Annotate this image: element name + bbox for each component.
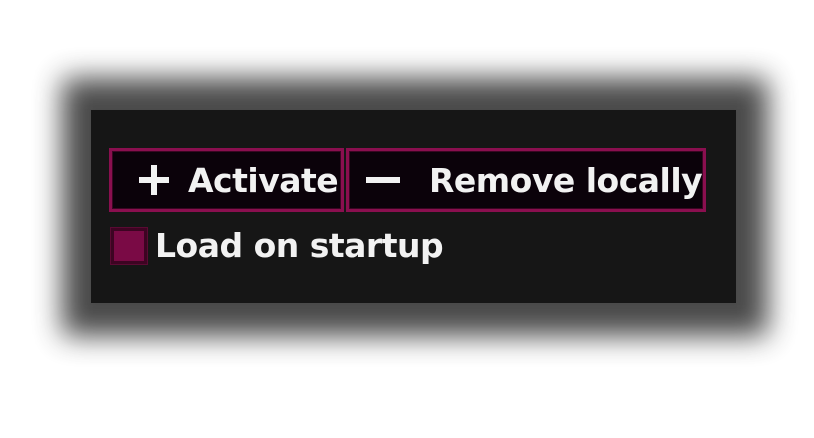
load-on-startup-label: Load on startup — [155, 226, 444, 265]
action-button-row: Activate Remove locally — [109, 148, 706, 212]
load-on-startup-option[interactable]: Load on startup — [111, 226, 444, 265]
activate-button[interactable]: Activate — [109, 148, 344, 212]
remove-locally-button-label: Remove locally — [429, 160, 703, 200]
screenshot-stage: Activate Remove locally Load on startup — [0, 0, 814, 438]
load-on-startup-checkbox[interactable] — [111, 227, 147, 264]
plugin-actions-panel: Activate Remove locally Load on startup — [91, 110, 736, 303]
minus-icon — [363, 160, 403, 200]
remove-locally-button[interactable]: Remove locally — [346, 148, 706, 212]
activate-button-label: Activate — [188, 160, 339, 200]
plus-icon — [134, 160, 174, 200]
